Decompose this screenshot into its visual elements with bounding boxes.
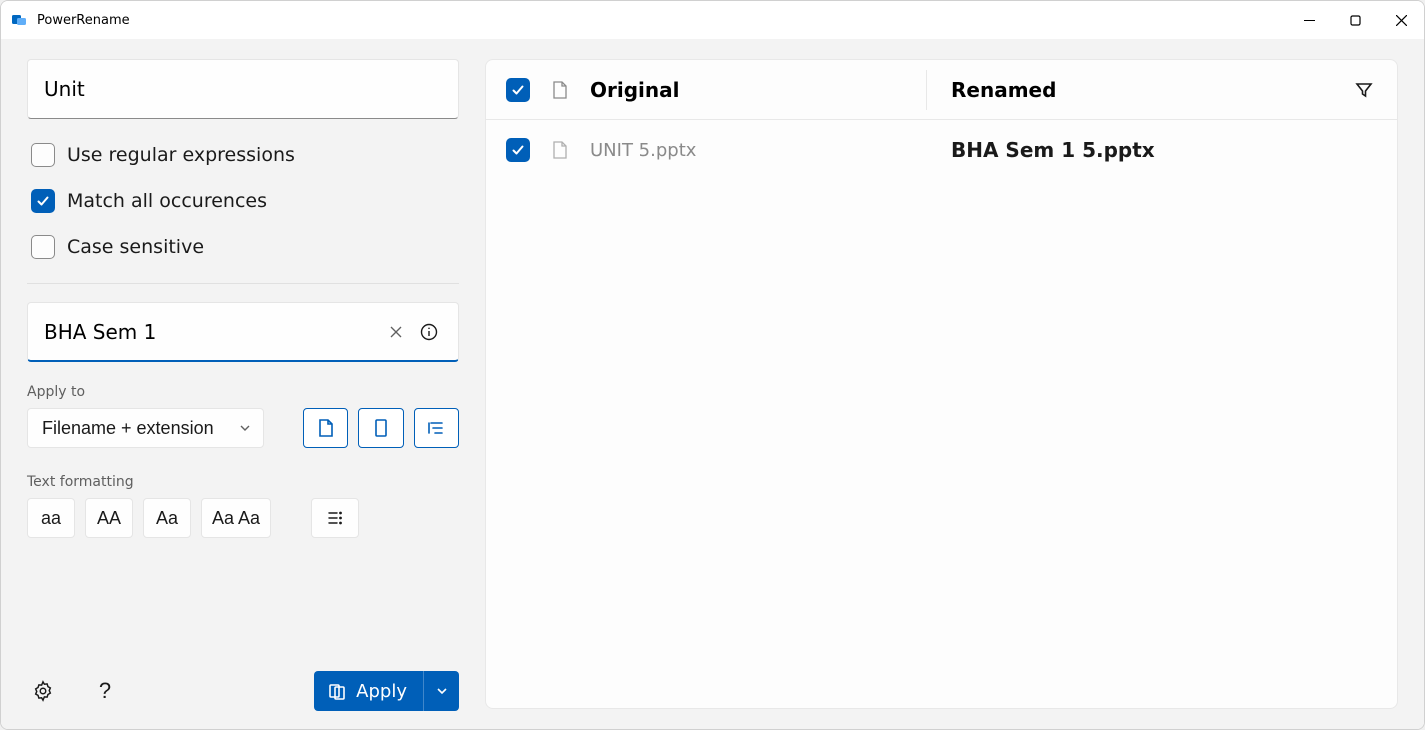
option-case-label: Case sensitive [67,236,204,258]
option-case-sensitive[interactable]: Case sensitive [31,235,459,259]
replace-input[interactable] [44,320,383,344]
gear-icon [32,680,54,702]
search-input[interactable] [44,77,442,101]
settings-button[interactable] [27,675,59,707]
apply-label: Apply [356,681,407,702]
options-group: Use regular expressions Match all occure… [27,143,459,259]
controls-panel: Use regular expressions Match all occure… [1,39,485,729]
checkbox-icon [31,143,55,167]
enumerate-button[interactable] [311,498,359,538]
help-icon: ? [99,678,111,704]
replace-input-wrapper [27,302,459,362]
apply-dropdown-button[interactable] [423,671,459,711]
bottom-bar: ? Apply [27,661,459,711]
preview-panel-wrapper: Original Renamed [485,39,1424,729]
lowercase-button[interactable]: aa [27,498,75,538]
close-button[interactable] [1378,1,1424,39]
apply-icon [328,682,346,700]
list-row[interactable]: UNIT 5.pptx BHA Sem 1 5.pptx [486,120,1397,180]
option-match-all-label: Match all occurences [67,190,267,212]
app-icon [11,12,27,28]
apply-split-button: Apply [314,671,459,711]
titlecase-button[interactable]: Aa [143,498,191,538]
include-subfolders-toggle[interactable] [414,408,459,448]
chevron-down-icon [239,422,251,434]
text-formatting-row: aa AA Aa Aa Aa [27,498,459,538]
apply-to-select[interactable]: Filename + extension [27,408,264,448]
include-folders-toggle[interactable] [358,408,403,448]
body: Use regular expressions Match all occure… [1,39,1424,729]
file-type-header-icon [548,81,572,99]
column-divider [926,70,927,110]
help-button[interactable]: ? [89,675,121,707]
header-original: Original [590,78,914,102]
maximize-button[interactable] [1332,1,1378,39]
filter-button[interactable] [1349,75,1379,105]
capitalize-button[interactable]: Aa Aa [201,498,271,538]
window-title: PowerRename [37,13,130,28]
include-files-toggle[interactable] [303,408,348,448]
search-input-wrapper [27,59,459,119]
apply-to-row: Filename + extension [27,408,459,448]
checkbox-icon [31,235,55,259]
option-regex[interactable]: Use regular expressions [31,143,459,167]
checkbox-checked-icon [31,189,55,213]
clear-button[interactable] [383,317,409,347]
renamed-name: BHA Sem 1 5.pptx [951,138,1331,162]
info-button[interactable] [416,317,442,347]
option-match-all[interactable]: Match all occurences [31,189,459,213]
row-checkbox[interactable] [506,138,530,162]
apply-button[interactable]: Apply [314,671,423,711]
titlebar: PowerRename [1,1,1424,39]
option-regex-label: Use regular expressions [67,144,295,166]
file-icon [548,141,572,159]
preview-header: Original Renamed [486,60,1397,120]
divider [27,283,459,284]
uppercase-button[interactable]: AA [85,498,133,538]
select-all-checkbox[interactable] [506,78,530,102]
minimize-button[interactable] [1286,1,1332,39]
apply-to-label: Apply to [27,384,459,400]
filter-icon [1355,81,1373,99]
header-renamed: Renamed [951,78,1331,102]
preview-panel: Original Renamed [485,59,1398,709]
app-window: PowerRename Use regular expressions [0,0,1425,730]
text-formatting-label: Text formatting [27,474,459,490]
chevron-down-icon [436,685,448,697]
apply-to-selected: Filename + extension [42,418,214,439]
original-name: UNIT 5.pptx [590,140,914,161]
